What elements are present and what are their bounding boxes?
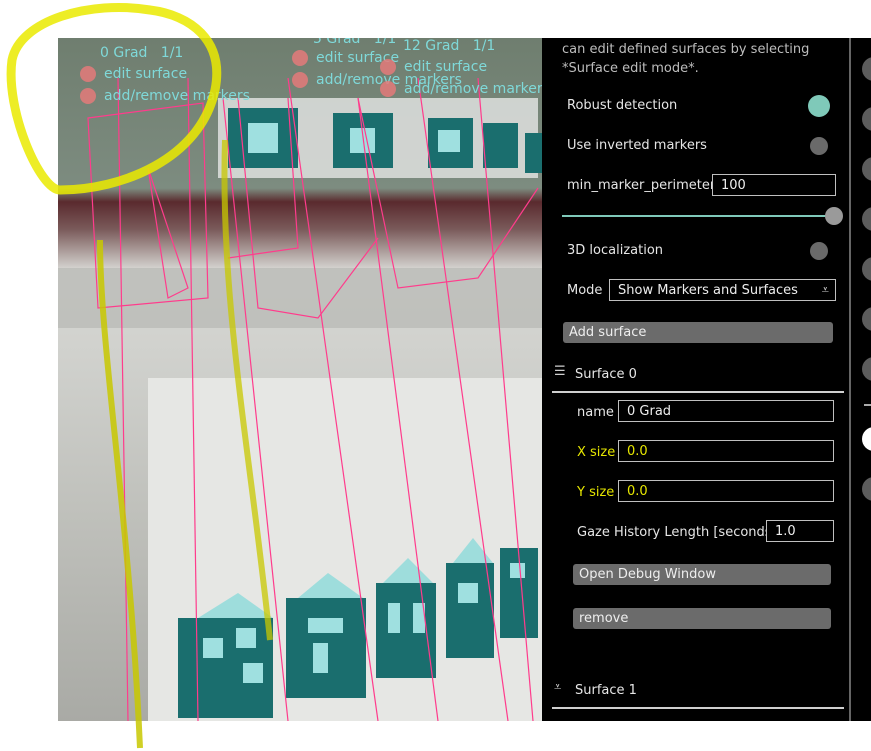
open-debug-window-button[interactable]: Open Debug Window [573,564,831,585]
min-marker-perimeter-label: min_marker_perimeter [567,178,716,193]
surface-tracker-menu: can edit defined surfaces by selecting *… [542,38,849,721]
robust-detection-toggle[interactable] [808,95,830,117]
icon-separator [864,404,871,406]
add-remove-markers-label: add/remove markers [404,81,542,97]
robust-detection-label: Robust detection [567,98,678,113]
y-size-label: Y size [577,485,615,500]
y-size-input[interactable]: 0.0 [618,480,834,502]
inverted-markers-toggle[interactable] [810,137,828,155]
min-marker-perimeter-slider-track[interactable] [562,215,832,217]
intro-text-2: *Surface edit mode*. [562,61,699,76]
surface-0-edit-button[interactable]: edit surface [80,66,187,82]
edit-dot-icon [80,66,96,82]
collapse-icon: ☰ [554,364,566,379]
surface-2-edit-button[interactable]: edit surface [380,59,487,75]
remove-surface-button[interactable]: remove [573,608,831,629]
surface-label-2: 12 Grad 1/1 [403,39,495,53]
icon-bar-divider [849,38,851,721]
surface-0-title: Surface 0 [575,367,637,382]
surface-2-name: 12 Grad [403,38,460,54]
min-marker-perimeter-input[interactable]: 100 [712,174,836,196]
expand-icon: ⩡ [554,680,562,695]
intro-text: can edit defined surfaces by selecting [562,42,810,57]
inverted-markers-label: Use inverted markers [567,138,707,153]
add-remove-markers-label: add/remove markers [104,88,250,104]
surface-label-0: 0 Grad 1/1 [100,46,183,60]
world-scene [58,77,542,721]
chevron-down-icon: ⩡ [821,283,829,298]
surface-1-frame: 1/1 [373,38,397,47]
surface-label-1: 5 Grad 1/1 [313,38,396,46]
surface-name-input[interactable]: 0 Grad [618,400,834,422]
3d-localization-label: 3D localization [567,243,664,258]
mode-select-value: Show Markers and Surfaces [618,283,798,298]
surface-2-markers-button[interactable]: add/remove markers [380,81,542,97]
edit-surface-label: edit surface [104,66,188,82]
surface-0-divider [552,391,844,393]
surface-name-label: name [577,405,614,420]
surface-0-frame: 1/1 [160,45,184,61]
surface-0-name: 0 Grad [100,45,148,61]
x-size-input[interactable]: 0.0 [618,440,834,462]
mode-label: Mode [567,283,603,298]
edit-dot-icon [292,50,308,66]
min-marker-perimeter-slider-handle[interactable] [825,207,843,225]
world-camera-view: 0 Grad 1/1 edit surface add/remove marke… [58,38,542,721]
markers-dot-icon [292,72,308,88]
3d-localization-toggle[interactable] [810,242,828,260]
markers-dot-icon [80,88,96,104]
surface-1-name: 5 Grad [313,38,361,47]
surface-1-title: Surface 1 [575,683,637,698]
add-surface-button[interactable]: Add surface [563,322,833,343]
gaze-history-label: Gaze History Length [seconds] [577,525,777,540]
edit-dot-icon [380,59,396,75]
edit-surface-label: edit surface [404,59,488,75]
surface-2-frame: 1/1 [472,38,496,54]
gaze-history-input[interactable]: 1.0 [766,520,834,542]
x-size-label: X size [577,445,616,460]
surface-1-divider [552,707,844,709]
mode-select[interactable]: Show Markers and Surfaces ⩡ [609,279,836,301]
surface-0-markers-button[interactable]: add/remove markers [80,88,250,104]
markers-dot-icon [380,81,396,97]
